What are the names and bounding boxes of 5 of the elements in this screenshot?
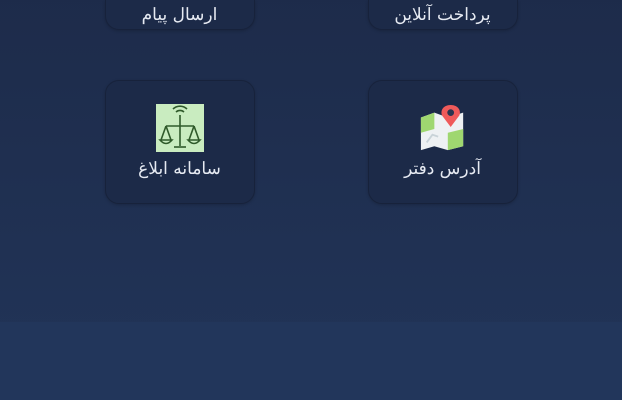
menu-tile[interactable]: آدرس دفتر xyxy=(368,80,518,204)
menu-tile[interactable]: پرداخت آنلاین xyxy=(368,0,518,30)
menu-tile[interactable]: سامانه ابلاغ xyxy=(104,80,254,204)
menu-tile[interactable]: ارسال پیام xyxy=(104,0,254,30)
scales-of-justice-icon xyxy=(156,104,204,152)
